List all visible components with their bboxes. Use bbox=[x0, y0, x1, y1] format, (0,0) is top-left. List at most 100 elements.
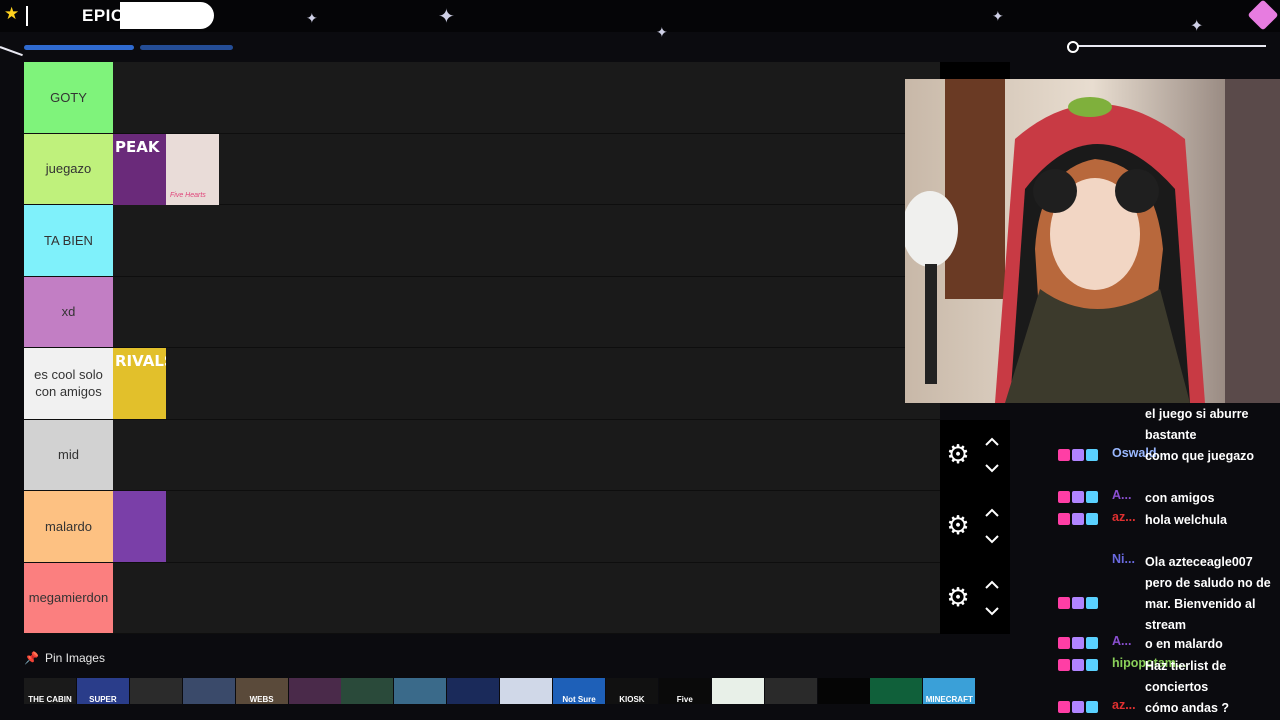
tier-list: GOTY juegazo PEAK Five Hearts TA BIEN xd es co… bbox=[24, 62, 940, 634]
tier-label[interactable]: juegazo bbox=[24, 133, 113, 204]
pool-image[interactable]: SUPER bbox=[76, 678, 129, 704]
tier-row[interactable]: es cool solo con amigosRIVALS bbox=[24, 348, 940, 420]
sparkle-icon: ✦ bbox=[1190, 18, 1204, 35]
pool-image[interactable] bbox=[764, 678, 817, 704]
tier-row[interactable]: xd bbox=[24, 276, 940, 348]
chat-username[interactable]: az... bbox=[1112, 510, 1136, 524]
chevron-down-icon[interactable] bbox=[984, 460, 1000, 476]
pool-image[interactable] bbox=[341, 678, 394, 704]
badge-icon bbox=[1058, 449, 1070, 461]
row-controls: ⚙ bbox=[940, 562, 1010, 634]
badge-icon bbox=[1058, 513, 1070, 525]
chat-text: con amigos bbox=[1145, 491, 1215, 505]
tier-row[interactable]: GOTY bbox=[24, 62, 940, 134]
tier-items[interactable]: RIVALS bbox=[113, 348, 940, 419]
stream-overlay-topbar: ★ EPIC bbox=[0, 0, 1280, 32]
tier-row[interactable]: malardo bbox=[24, 491, 940, 563]
pool-image[interactable] bbox=[711, 678, 764, 704]
chat-text: cómo andas ? bbox=[1145, 701, 1230, 715]
tab-stub[interactable] bbox=[24, 45, 134, 50]
pin-images-button[interactable]: 📌 Pin Images bbox=[24, 651, 105, 665]
pool-image[interactable] bbox=[870, 678, 923, 704]
badge-icon bbox=[1072, 597, 1084, 609]
overlay-dot bbox=[1067, 41, 1079, 53]
badge-icon bbox=[1072, 513, 1084, 525]
chat-text: el juego si aburre bastante bbox=[1145, 407, 1249, 442]
row-controls bbox=[940, 62, 1010, 80]
badge-icon bbox=[1058, 701, 1070, 713]
badge-icon bbox=[1072, 637, 1084, 649]
chevron-down-icon[interactable] bbox=[984, 531, 1000, 547]
pool-image[interactable]: KIOSK bbox=[605, 678, 658, 704]
gear-icon[interactable]: ⚙ bbox=[946, 512, 970, 538]
pool-image[interactable] bbox=[447, 678, 500, 704]
badge-icon bbox=[1072, 701, 1084, 713]
chevron-up-icon[interactable] bbox=[984, 577, 1000, 593]
sparkle-icon: ✦ bbox=[992, 8, 1004, 24]
tier-label[interactable]: megamierdon bbox=[24, 562, 113, 633]
pin-icon: 📌 bbox=[24, 651, 39, 665]
sparkle-icon: ✦ bbox=[438, 6, 455, 28]
tier-label[interactable]: xd bbox=[24, 276, 113, 347]
pin-images-label: Pin Images bbox=[44, 651, 105, 665]
tier-items[interactable]: PEAK Five Hearts bbox=[113, 133, 940, 205]
pool-image[interactable] bbox=[288, 678, 341, 704]
gear-icon[interactable]: ⚙ bbox=[946, 584, 970, 610]
badge-icon bbox=[1086, 659, 1098, 671]
game-tile[interactable]: RIVALS bbox=[113, 348, 166, 419]
tab-stub[interactable] bbox=[140, 45, 233, 50]
badge-icon bbox=[1086, 449, 1098, 461]
tier-row[interactable]: juegazo PEAK Five Hearts bbox=[24, 133, 940, 205]
pool-image[interactable] bbox=[394, 678, 447, 704]
pool-image[interactable]: MINECRAFT bbox=[923, 678, 976, 704]
tier-items[interactable] bbox=[113, 420, 940, 491]
chevron-down-icon[interactable] bbox=[984, 603, 1000, 619]
tier-row[interactable]: megamierdon bbox=[24, 562, 940, 634]
pool-image[interactable] bbox=[500, 678, 553, 704]
tier-row[interactable]: mid bbox=[24, 419, 940, 491]
chat-text: Ola azteceagle007 pero de saludo no de m… bbox=[1145, 555, 1271, 632]
badge-icon bbox=[1086, 513, 1098, 525]
tier-label[interactable]: mid bbox=[24, 419, 113, 490]
tier-label[interactable]: TA BIEN bbox=[24, 205, 113, 276]
chat-username[interactable]: az... bbox=[1112, 698, 1136, 712]
chevron-up-icon[interactable] bbox=[984, 505, 1000, 521]
badge-icon bbox=[1086, 597, 1098, 609]
pool-image[interactable] bbox=[817, 678, 870, 704]
tier-label[interactable]: es cool solo con amigos bbox=[24, 348, 113, 419]
badge-icon bbox=[1058, 659, 1070, 671]
game-tile[interactable]: PEAK bbox=[113, 133, 166, 205]
pool-image[interactable]: Five bbox=[658, 678, 711, 704]
tier-items[interactable] bbox=[113, 563, 940, 634]
tier-label[interactable]: GOTY bbox=[24, 62, 113, 133]
tier-items[interactable] bbox=[113, 205, 940, 276]
badge-icon bbox=[1086, 491, 1098, 503]
tier-items[interactable] bbox=[113, 491, 940, 562]
pool-image[interactable]: WEBS bbox=[235, 678, 288, 704]
overlay-pill bbox=[120, 2, 214, 29]
pool-image[interactable]: THE CABIN bbox=[24, 678, 76, 704]
row-controls: ⚙ bbox=[940, 419, 1010, 491]
overlay-line bbox=[0, 46, 23, 57]
tile-title: RIVALS bbox=[115, 352, 166, 370]
tier-row[interactable]: TA BIEN bbox=[24, 205, 940, 277]
chevron-up-icon[interactable] bbox=[984, 434, 1000, 450]
chat-username[interactable]: Ni... bbox=[1112, 552, 1135, 566]
pool-image[interactable] bbox=[182, 678, 235, 704]
badge-icon bbox=[1058, 597, 1070, 609]
chat-text: hola welchula bbox=[1145, 513, 1227, 527]
game-tile[interactable]: Five Hearts bbox=[166, 133, 219, 205]
chat-text: o en malardo bbox=[1145, 637, 1223, 651]
game-tile[interactable] bbox=[113, 491, 166, 562]
pool-image[interactable]: Not Sure bbox=[553, 678, 605, 704]
tier-items[interactable] bbox=[113, 62, 940, 133]
image-pool: THE CABIN SUPER WEBS Not Sure KIOSK Five MINEC… bbox=[24, 678, 977, 704]
tier-label[interactable]: malardo bbox=[24, 491, 113, 562]
brand-label: EPIC bbox=[82, 6, 124, 25]
tier-items[interactable] bbox=[113, 277, 940, 348]
pool-image[interactable] bbox=[129, 678, 182, 704]
divider bbox=[26, 6, 28, 26]
chat-username[interactable]: A... bbox=[1112, 488, 1131, 502]
gear-icon[interactable]: ⚙ bbox=[946, 441, 970, 467]
chat-username[interactable]: A... bbox=[1112, 634, 1131, 648]
